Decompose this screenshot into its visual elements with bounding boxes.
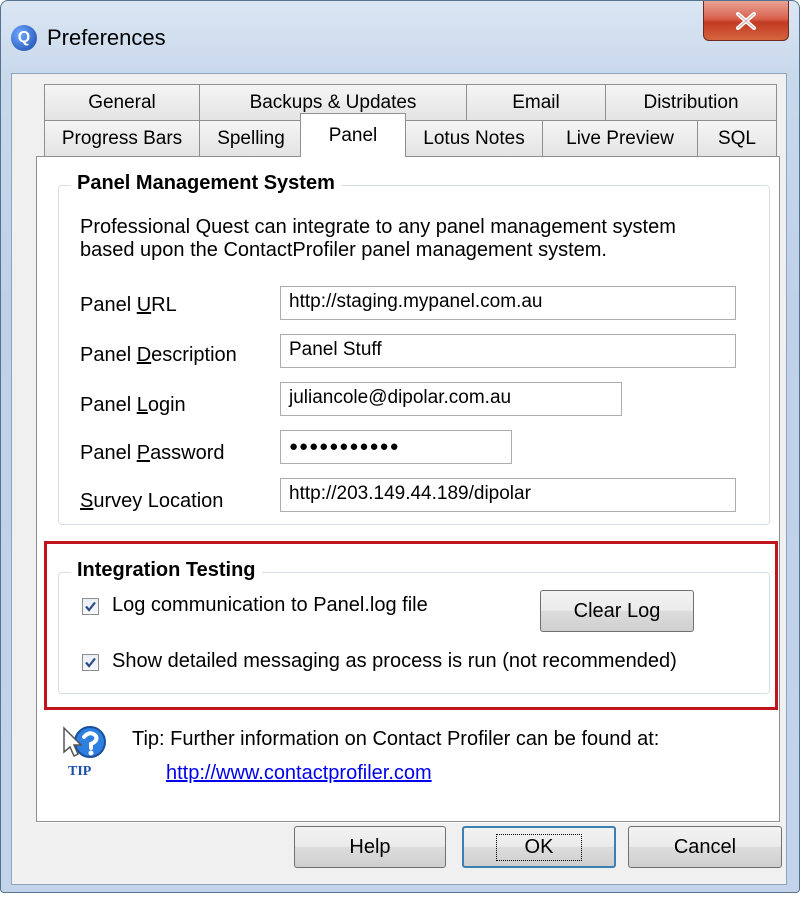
panel-url-label: Panel URL [80, 294, 177, 316]
window-title: Preferences [47, 25, 166, 50]
show-detailed-messaging-checkbox[interactable] [82, 654, 99, 671]
description-line-1: Professional Quest can integrate to any … [80, 216, 676, 238]
tab-lotus-notes[interactable]: Lotus Notes [405, 120, 543, 157]
panel-password-label: Panel Password [80, 442, 225, 464]
clear-log-button[interactable]: Clear Log [540, 590, 694, 632]
tab-distribution[interactable]: Distribution [605, 84, 777, 121]
tab-live-preview[interactable]: Live Preview [542, 120, 698, 157]
description-line-2: based upon the ContactProfiler panel man… [80, 239, 607, 261]
panel-description-text: Professional Quest can integrate to any … [80, 216, 676, 262]
tab-email[interactable]: Email [466, 84, 606, 121]
help-button[interactable]: Help [294, 826, 446, 868]
tab-progress-bars[interactable]: Progress Bars [44, 120, 200, 157]
ok-button-label: OK [495, 833, 583, 861]
survey-location-label: Survey Location [80, 490, 224, 512]
panel-password-field[interactable]: ●●●●●●●●●●● [280, 430, 512, 464]
tab-general[interactable]: General [44, 84, 200, 121]
panel-description-label: Panel Description [80, 344, 237, 366]
title-bar[interactable]: Q Preferences [1, 1, 799, 73]
tab-sql[interactable]: SQL [697, 120, 777, 157]
checkmark-icon [85, 601, 96, 612]
cancel-button[interactable]: Cancel [628, 826, 782, 868]
contactprofiler-link[interactable]: http://www.contactprofiler.com [166, 762, 432, 785]
tip-icon: TIP [62, 724, 106, 784]
show-detailed-messaging-label[interactable]: Show detailed messaging as process is ru… [112, 650, 677, 673]
app-icon: Q [11, 25, 37, 51]
panel-login-field[interactable]: juliancole@dipolar.com.au [280, 382, 622, 416]
ok-button[interactable]: OK [462, 826, 616, 868]
tip-caption: TIP [68, 764, 92, 779]
help-question-icon [63, 726, 106, 758]
group-legend-panel-management: Panel Management System [71, 172, 341, 195]
checkmark-icon [85, 657, 96, 668]
close-button[interactable] [703, 1, 789, 41]
panel-description-field[interactable]: Panel Stuff [280, 334, 736, 368]
bottom-divider [36, 822, 780, 823]
survey-location-field[interactable]: http://203.149.44.189/dipolar [280, 478, 736, 512]
tip-text: Tip: Further information on Contact Prof… [132, 728, 660, 750]
panel-url-field[interactable]: http://staging.mypanel.com.au [280, 286, 736, 320]
panel-login-label: Panel Login [80, 394, 186, 416]
close-icon [736, 11, 756, 30]
log-communication-label[interactable]: Log communication to Panel.log file [112, 594, 428, 617]
tab-spelling[interactable]: Spelling [199, 120, 303, 157]
log-communication-checkbox[interactable] [82, 598, 99, 615]
tab-panel[interactable]: Panel [300, 113, 406, 157]
